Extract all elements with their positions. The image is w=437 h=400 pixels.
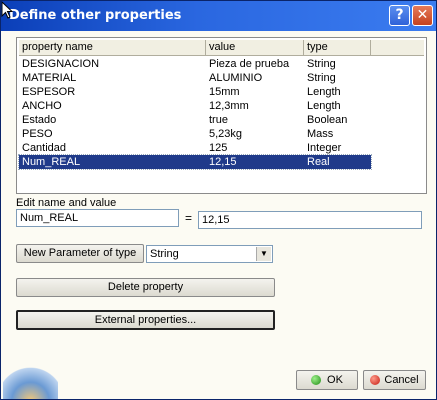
column-header-property-name[interactable]: property name: [19, 40, 206, 56]
cell-type: Length: [307, 100, 341, 112]
cell-property-name: Num_REAL: [22, 156, 81, 168]
chevron-down-icon[interactable]: ▼: [256, 247, 271, 261]
ok-icon: [311, 375, 322, 386]
table-row[interactable]: MATERIAL ALUMINIO String: [19, 71, 371, 85]
external-properties-button[interactable]: External properties...: [16, 310, 275, 330]
ok-button[interactable]: OK: [296, 370, 358, 390]
cell-value: Pieza de prueba: [209, 58, 290, 70]
table-row[interactable]: Cantidad 125 Integer: [19, 141, 371, 155]
list-header: property name value type: [19, 40, 424, 56]
close-button[interactable]: ✕: [412, 5, 433, 26]
cancel-button[interactable]: Cancel: [363, 370, 426, 390]
cell-property-name: PESO: [22, 128, 53, 140]
property-name-field[interactable]: Num_REAL: [16, 209, 179, 227]
equals-sign: =: [185, 211, 193, 225]
property-value-field[interactable]: 12,15: [198, 211, 422, 229]
window-title: Define other properties: [9, 8, 182, 23]
table-row[interactable]: ANCHO 12,3mm Length: [19, 99, 371, 113]
logo: [3, 363, 58, 399]
table-row-selected[interactable]: Num_REAL 12,15 Real: [18, 154, 372, 170]
table-row[interactable]: Estado true Boolean: [19, 113, 371, 127]
table-row[interactable]: PESO 5,23kg Mass: [19, 127, 371, 141]
cell-value: 12,3mm: [209, 100, 249, 112]
cell-property-name: Estado: [22, 114, 57, 126]
delete-property-button[interactable]: Delete property: [16, 278, 275, 297]
ok-label: OK: [327, 374, 343, 386]
cell-value: ALUMINIO: [209, 72, 263, 84]
new-parameter-button[interactable]: New Parameter of type: [16, 244, 144, 263]
cell-type: Length: [307, 86, 341, 98]
cell-type: Mass: [307, 128, 334, 140]
cell-value: 15mm: [209, 86, 240, 98]
cell-property-name: ANCHO: [22, 100, 62, 112]
table-row[interactable]: ESPESOR 15mm Length: [19, 85, 371, 99]
cancel-label: Cancel: [384, 374, 419, 386]
cell-property-name: ESPESOR: [22, 86, 76, 98]
title-bar[interactable]: Define other properties ? ✕: [1, 1, 436, 31]
edit-name-value-label: Edit name and value: [16, 197, 117, 209]
cell-value: 12,15: [209, 156, 237, 168]
table-row[interactable]: DESIGNACION Pieza de prueba String: [19, 57, 371, 71]
cell-value: true: [209, 114, 228, 126]
column-header-value[interactable]: value: [206, 40, 304, 56]
cell-value: 125: [209, 142, 228, 154]
parameter-type-value: String: [150, 248, 179, 260]
cell-type: Boolean: [307, 114, 348, 126]
mouse-cursor-icon: [1, 1, 13, 19]
column-header-empty: [371, 40, 424, 56]
cell-type: Integer: [307, 142, 342, 154]
parameter-type-select[interactable]: String ▼: [146, 245, 273, 263]
properties-list[interactable]: property name value type DESIGNACION Pie…: [16, 37, 427, 194]
cell-type: String: [307, 72, 336, 84]
column-header-type[interactable]: type: [304, 40, 371, 56]
cell-value: 5,23kg: [209, 128, 243, 140]
cell-type: String: [307, 58, 336, 70]
cancel-icon: [370, 375, 381, 386]
cell-property-name: Cantidad: [22, 142, 67, 154]
cell-property-name: MATERIAL: [22, 72, 77, 84]
dialog-window: Define other properties ? ✕ property nam…: [0, 0, 437, 400]
cell-property-name: DESIGNACION: [22, 58, 100, 70]
help-button[interactable]: ?: [389, 5, 410, 26]
cell-type: Real: [307, 156, 330, 168]
